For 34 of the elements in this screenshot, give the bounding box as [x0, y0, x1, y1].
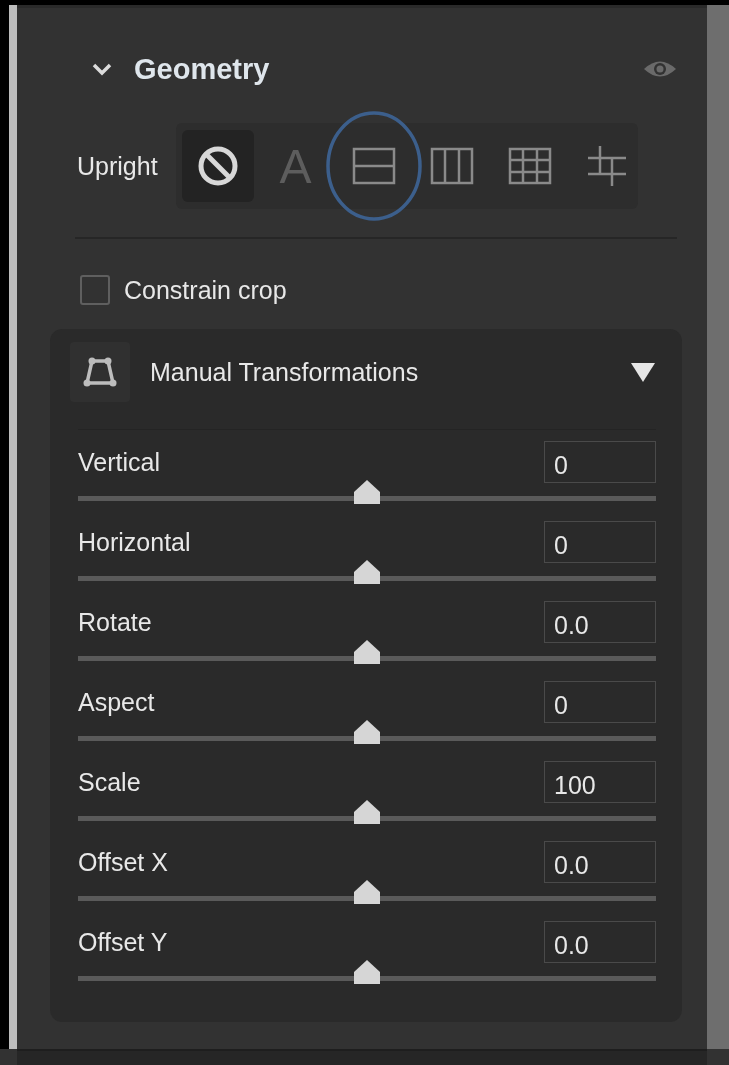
transform-icon [70, 342, 130, 402]
value-field[interactable]: 100 [544, 761, 656, 803]
value-field[interactable]: 0.0 [544, 921, 656, 963]
upright-button[interactable] [181, 130, 254, 202]
value-field[interactable]: 0.0 [544, 841, 656, 883]
slider-label: Vertical [78, 447, 160, 477]
slider-label: Horizontal [78, 527, 191, 557]
slider-label: Aspect [78, 687, 155, 717]
slider-thumb[interactable] [354, 720, 380, 744]
columns-icon [429, 147, 474, 185]
triangle-icon[interactable] [630, 361, 656, 383]
value-field[interactable]: 0 [544, 681, 656, 723]
grid-icon [507, 147, 552, 185]
checkbox[interactable] [80, 275, 110, 305]
value-field[interactable]: 0 [544, 521, 656, 563]
split-rows-icon [351, 147, 396, 185]
slider-label: Offset X [78, 847, 168, 877]
slider-thumb[interactable] [354, 960, 380, 984]
upright-label: Upright [77, 151, 158, 181]
slider-thumb[interactable] [354, 640, 380, 664]
slider-label: Rotate [78, 607, 152, 637]
slider-label: Offset Y [78, 927, 168, 957]
slider-thumb[interactable] [354, 560, 380, 584]
slider-label: Scale [78, 767, 141, 797]
value-field[interactable]: 0 [544, 441, 656, 483]
scrollbar-track[interactable] [707, 5, 729, 1049]
checkbox-label: Constrain crop [124, 275, 287, 305]
slider-thumb[interactable] [354, 800, 380, 824]
section-title: Geometry [134, 52, 270, 86]
slider-thumb[interactable] [354, 880, 380, 904]
value-field[interactable]: 0.0 [544, 601, 656, 643]
card-title: Manual Transformations [150, 357, 420, 387]
chevron-icon[interactable] [92, 62, 112, 76]
slider-thumb[interactable] [354, 480, 380, 504]
